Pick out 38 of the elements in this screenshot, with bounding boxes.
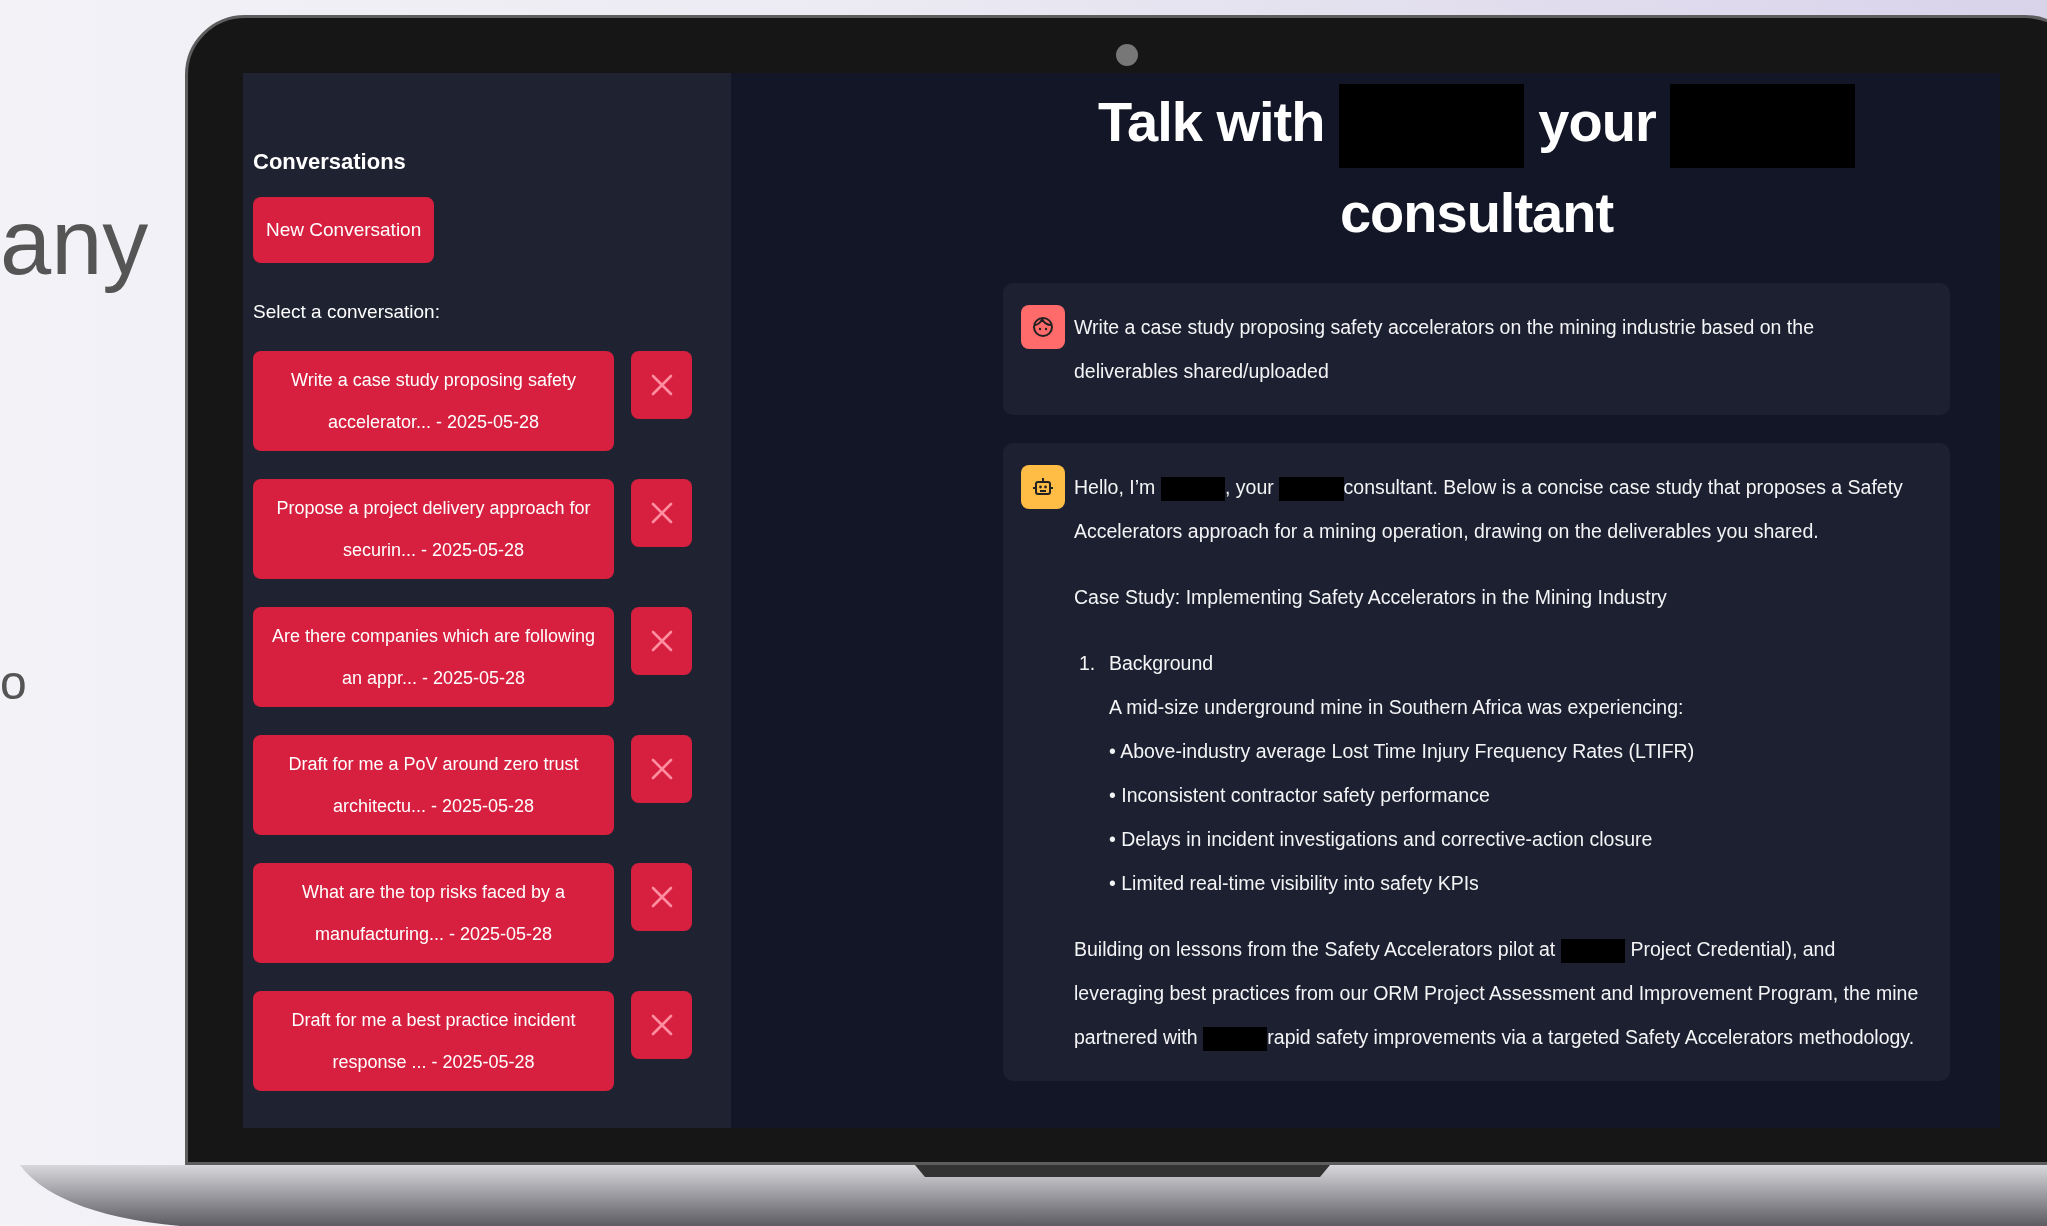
close-icon bbox=[650, 886, 673, 908]
conversation-button[interactable]: Are there companies which are following an appr... - 2025-05-28 bbox=[253, 607, 614, 707]
list-number: 1. bbox=[1079, 651, 1097, 677]
message-paragraph: Write a case study proposing safety accelerators on the mining industrie based on the deliverables shared/uploaded bbox=[1074, 315, 1815, 385]
conversation-button[interactable]: Write a case study proposing safety accelerator... - 2025-05-28 bbox=[253, 351, 614, 451]
conversation-button[interactable]: Draft for me a best practice incident response ... - 2025-05-28 bbox=[253, 991, 614, 1091]
list-item-title: Background bbox=[1109, 651, 1214, 677]
background-text: any bbox=[0, 190, 149, 295]
delete-button[interactable] bbox=[631, 735, 692, 803]
close-icon bbox=[650, 758, 673, 780]
delete-button[interactable] bbox=[631, 351, 692, 419]
close-icon bbox=[650, 374, 673, 396]
conversation-button[interactable]: Propose a project delivery approach for securin... - 2025-05-28 bbox=[253, 479, 614, 579]
close-icon bbox=[650, 502, 673, 524]
list-item-line: • Inconsistent contractor safety performance bbox=[1109, 783, 1490, 809]
message-paragraph: Hello, I’m , your consultant. Below is a concise case study that proposes a Safety Accelerators approach for a mining operation, drawing on the deliverables you shared. bbox=[1074, 475, 1904, 545]
camera-dot bbox=[1116, 44, 1138, 66]
page-title: Talk with your consultant bbox=[1003, 77, 1950, 259]
background-text: o bbox=[0, 655, 27, 710]
close-icon bbox=[650, 1014, 673, 1036]
delete-button[interactable] bbox=[631, 991, 692, 1059]
close-icon bbox=[650, 630, 673, 652]
message-paragraph: Building on lessons from the Safety Accelerators pilot at Project Credential), and leveraging best practices from our ORM Project Assessment and Improvement Program, the mine partnered with rapid safety improvements via a targeted Safety Accelerators methodology. bbox=[1074, 927, 1920, 1060]
message-paragraph: Case Study: Implementing Safety Accelerators in the Mining Industry bbox=[1074, 585, 1668, 611]
list-item-line: A mid-size underground mine in Southern Africa was experiencing: bbox=[1109, 695, 1684, 721]
user-avatar-icon bbox=[1021, 305, 1065, 350]
new-conversation-button[interactable]: New Conversation bbox=[253, 197, 435, 263]
robot-avatar-icon bbox=[1021, 465, 1065, 510]
list-item-line: • Limited real-time visibility into safety KPIs bbox=[1109, 871, 1479, 897]
list-item-line: • Delays in incident investigations and corrective-action closure bbox=[1109, 827, 1653, 853]
list-item-line: • Above-industry average Lost Time Injury Frequency Rates (LTIFR) bbox=[1109, 739, 1695, 765]
conversation-button[interactable]: What are the top risks faced by a manufacturing... - 2025-05-28 bbox=[253, 863, 614, 963]
delete-button[interactable] bbox=[631, 479, 692, 547]
select-label: Select a conversation: bbox=[253, 301, 440, 323]
conversation-button[interactable]: Draft for me a PoV around zero trust architectu... - 2025-05-28 bbox=[253, 735, 614, 835]
delete-button[interactable] bbox=[631, 863, 692, 931]
sidebar-heading: Conversations bbox=[253, 149, 406, 175]
delete-button[interactable] bbox=[631, 607, 692, 675]
